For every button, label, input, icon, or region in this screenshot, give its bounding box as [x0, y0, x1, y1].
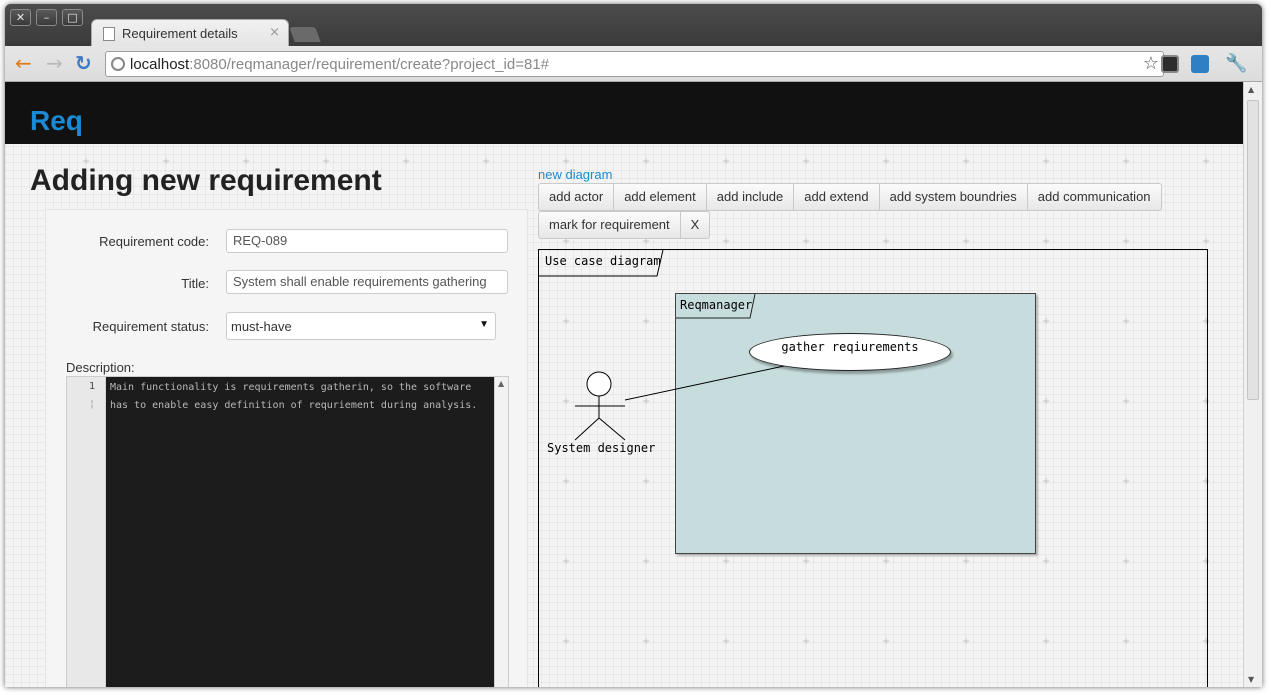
new-tab-button[interactable]	[289, 27, 321, 42]
scroll-down-icon[interactable]: ▼	[1248, 675, 1254, 684]
window-maximize-button[interactable]: □	[62, 9, 83, 26]
mark-for-requirement-button[interactable]: mark for requirement	[538, 211, 681, 239]
actor-head	[586, 371, 612, 397]
line-number: 1	[88, 381, 95, 392]
grid-plus-mark: +	[802, 156, 811, 167]
bookmark-star-icon[interactable]: ☆	[1143, 53, 1159, 74]
grid-plus-mark: +	[962, 236, 971, 247]
app-navbar: Req	[5, 82, 1243, 144]
title-label: Title:	[181, 276, 209, 291]
description-editor[interactable]: 1 ¦ Main functionality is requirements g…	[66, 376, 509, 687]
grid-plus-mark: +	[802, 236, 811, 247]
add-system-boundries-button[interactable]: add system boundries	[878, 183, 1028, 211]
communication-line[interactable]	[624, 365, 785, 401]
requirement-status-label: Requirement status:	[92, 319, 209, 334]
page-scrollbar[interactable]: ▲ ▼	[1243, 82, 1262, 687]
diagram-toolbar: add actor add element add include add ex…	[538, 183, 1162, 211]
forward-arrow-icon[interactable]: →	[46, 52, 63, 74]
editor-scrollbar[interactable]: ▲	[494, 377, 508, 687]
url-host: localhost	[130, 56, 190, 73]
actor-label: System designer	[547, 441, 656, 455]
scroll-up-icon[interactable]: ▲	[498, 379, 504, 388]
grid-plus-mark: +	[882, 156, 891, 167]
extension-icon[interactable]	[1161, 55, 1179, 73]
app-brand[interactable]: Req	[30, 105, 83, 137]
browser-tab[interactable]: Requirement details ×	[91, 19, 289, 47]
add-communication-button[interactable]: add communication	[1026, 183, 1162, 211]
grid-plus-mark: +	[482, 156, 491, 167]
description-line: has to enable easy definition of requrie…	[110, 400, 478, 411]
requirement-form: Requirement code: REQ-089 Title: System …	[45, 209, 528, 687]
page-icon	[103, 27, 115, 41]
delete-button[interactable]: X	[679, 211, 711, 239]
actor-right-leg	[598, 417, 626, 441]
dropdown-arrow-icon: ▼	[479, 319, 489, 330]
title-bar: ✕ – □ Requirement details ×	[5, 4, 1262, 47]
back-arrow-icon[interactable]: ←	[15, 52, 32, 74]
grid-plus-mark: +	[402, 156, 411, 167]
tab-title: Requirement details	[122, 26, 238, 41]
wrench-icon[interactable]: 🔧	[1225, 53, 1247, 74]
grid-plus-mark: +	[882, 236, 891, 247]
requirement-code-input[interactable]: REQ-089	[226, 229, 508, 253]
grid-plus-mark: +	[1122, 156, 1131, 167]
reload-icon[interactable]: ↻	[75, 52, 92, 74]
page-viewport: Req + + + + + + + + + + + + + + + + + + + + + + + + + + + + + + + + + + + +…	[5, 82, 1243, 687]
extension-screen-icon[interactable]	[1191, 55, 1209, 73]
grid-plus-mark: +	[962, 156, 971, 167]
window-minimize-button[interactable]: –	[36, 9, 57, 26]
url-path: :8080/reqmanager/requirement/create?proj…	[189, 56, 550, 73]
requirement-code-label: Requirement code:	[99, 234, 209, 249]
actor-left-leg	[574, 417, 600, 441]
use-case-diagram[interactable]: Use case diagram Reqmanager gather reqiu…	[538, 249, 1208, 687]
description-line: Main functionality is requirements gathe…	[110, 382, 472, 393]
editor-gutter: 1 ¦	[67, 377, 106, 687]
scrollbar-thumb[interactable]	[1247, 100, 1259, 400]
address-bar[interactable]: localhost:8080/reqmanager/requirement/cr…	[105, 51, 1164, 77]
requirement-status-value: must-have	[231, 319, 292, 334]
grid-plus-mark: +	[1122, 236, 1131, 247]
line-wrap-marker: ¦	[88, 399, 95, 410]
grid-plus-mark: +	[1202, 156, 1211, 167]
grid-plus-mark: +	[562, 156, 571, 167]
title-input[interactable]: System shall enable requirements gatheri…	[226, 270, 508, 294]
window-close-button[interactable]: ✕	[10, 9, 31, 26]
grid-plus-mark: +	[722, 156, 731, 167]
requirement-status-select[interactable]: must-have ▼	[226, 312, 496, 340]
add-actor-button[interactable]: add actor	[538, 183, 615, 211]
use-case-ellipse[interactable]: gather reqiurements	[749, 333, 951, 371]
tab-close-icon[interactable]: ×	[269, 25, 280, 40]
grid-plus-mark: +	[1202, 236, 1211, 247]
page-title: Adding new requirement	[30, 164, 382, 197]
grid-plus-mark: +	[1042, 236, 1051, 247]
add-extend-button[interactable]: add extend	[793, 183, 880, 211]
diagram-toolbar-secondary: mark for requirement X	[538, 211, 711, 239]
browser-window: ✕ – □ Requirement details × ← → ↻ localh…	[5, 4, 1262, 687]
add-include-button[interactable]: add include	[705, 183, 795, 211]
grid-plus-mark: +	[642, 156, 651, 167]
url-text: localhost:8080/reqmanager/requirement/cr…	[130, 56, 549, 73]
globe-icon	[111, 57, 125, 71]
browser-toolbar: ← → ↻ localhost:8080/reqmanager/requirem…	[5, 46, 1262, 82]
description-text[interactable]: Main functionality is requirements gathe…	[110, 379, 477, 415]
add-element-button[interactable]: add element	[613, 183, 707, 211]
scroll-up-icon[interactable]: ▲	[1248, 85, 1254, 94]
grid-plus-mark: +	[722, 236, 731, 247]
grid-plus-mark: +	[1042, 156, 1051, 167]
new-diagram-link[interactable]: new diagram	[538, 167, 612, 182]
actor-figure[interactable]	[539, 250, 1209, 687]
description-label: Description:	[66, 360, 135, 375]
